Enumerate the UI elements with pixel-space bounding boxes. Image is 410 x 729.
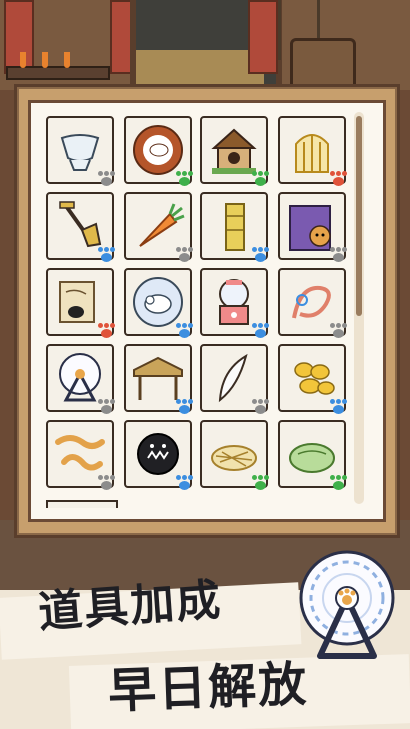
inventory-item-straw-hut[interactable] (124, 344, 193, 414)
scrollbar-thumb[interactable] (356, 116, 362, 316)
inventory-item-partial[interactable] (46, 500, 118, 508)
paw-badge-icon (250, 170, 270, 188)
background-shelf (6, 66, 110, 80)
paw-badge-icon (250, 474, 270, 492)
promo-line-2: 早日解放 (107, 656, 310, 720)
carrot-decor (42, 52, 48, 68)
game-scene: 道具加成 早日解放 (0, 0, 410, 729)
doorway-floor (136, 50, 264, 86)
paw-badge-icon (96, 474, 116, 492)
inventory-item-paper-scroll[interactable] (46, 268, 115, 338)
paw-badge-icon (328, 398, 348, 416)
inventory-item-glass-bowl[interactable] (46, 116, 115, 186)
inventory-item-rope-toy[interactable] (278, 268, 347, 338)
inventory-item-scratching-post[interactable] (200, 192, 269, 262)
inventory-item-worms[interactable] (46, 420, 115, 490)
paw-badge-icon (96, 246, 116, 264)
inventory-item-paper-bag-cat[interactable] (278, 192, 347, 262)
inventory-item-fish-plate[interactable] (124, 116, 193, 186)
carrot-decor (20, 52, 26, 68)
promo-line-1: 道具加成 (36, 574, 224, 639)
paw-badge-icon (96, 322, 116, 340)
paw-badge-icon (250, 322, 270, 340)
inventory-item-green-cushion[interactable] (278, 420, 347, 490)
inventory-item-black-spiky-ball[interactable] (124, 420, 193, 490)
paw-badge-icon (328, 474, 348, 492)
inventory-item-sheep-plate[interactable] (124, 268, 193, 338)
paw-badge-icon (96, 398, 116, 416)
inventory-item-wooden-cat-house[interactable] (200, 116, 269, 186)
red-post-left (4, 0, 34, 74)
paw-badge-icon (328, 170, 348, 188)
paw-badge-icon (96, 170, 116, 188)
paw-badge-icon (328, 246, 348, 264)
inventory-item-corn-pile[interactable] (278, 344, 347, 414)
inventory-item-shovel[interactable] (46, 192, 115, 262)
inventory-item-hamster-wheel[interactable] (46, 344, 115, 414)
paw-badge-icon (174, 246, 194, 264)
paw-badge-icon (328, 322, 348, 340)
inventory-item-feather[interactable] (200, 344, 269, 414)
paw-badge-icon (174, 398, 194, 416)
inventory-item-birdcage[interactable] (278, 116, 347, 186)
paw-badge-icon (250, 246, 270, 264)
inventory-item-hay-nest[interactable] (200, 420, 269, 490)
paw-badge-icon (174, 170, 194, 188)
inventory-item-gacha-machine[interactable] (200, 268, 269, 338)
inventory-item-carrot[interactable] (124, 192, 193, 262)
paw-badge-icon (174, 474, 194, 492)
paw-badge-icon (174, 322, 194, 340)
hamster-wheel-badge-icon (299, 550, 395, 659)
red-post-right (248, 0, 278, 74)
paw-badge-icon (250, 398, 270, 416)
carrot-decor (64, 52, 70, 68)
